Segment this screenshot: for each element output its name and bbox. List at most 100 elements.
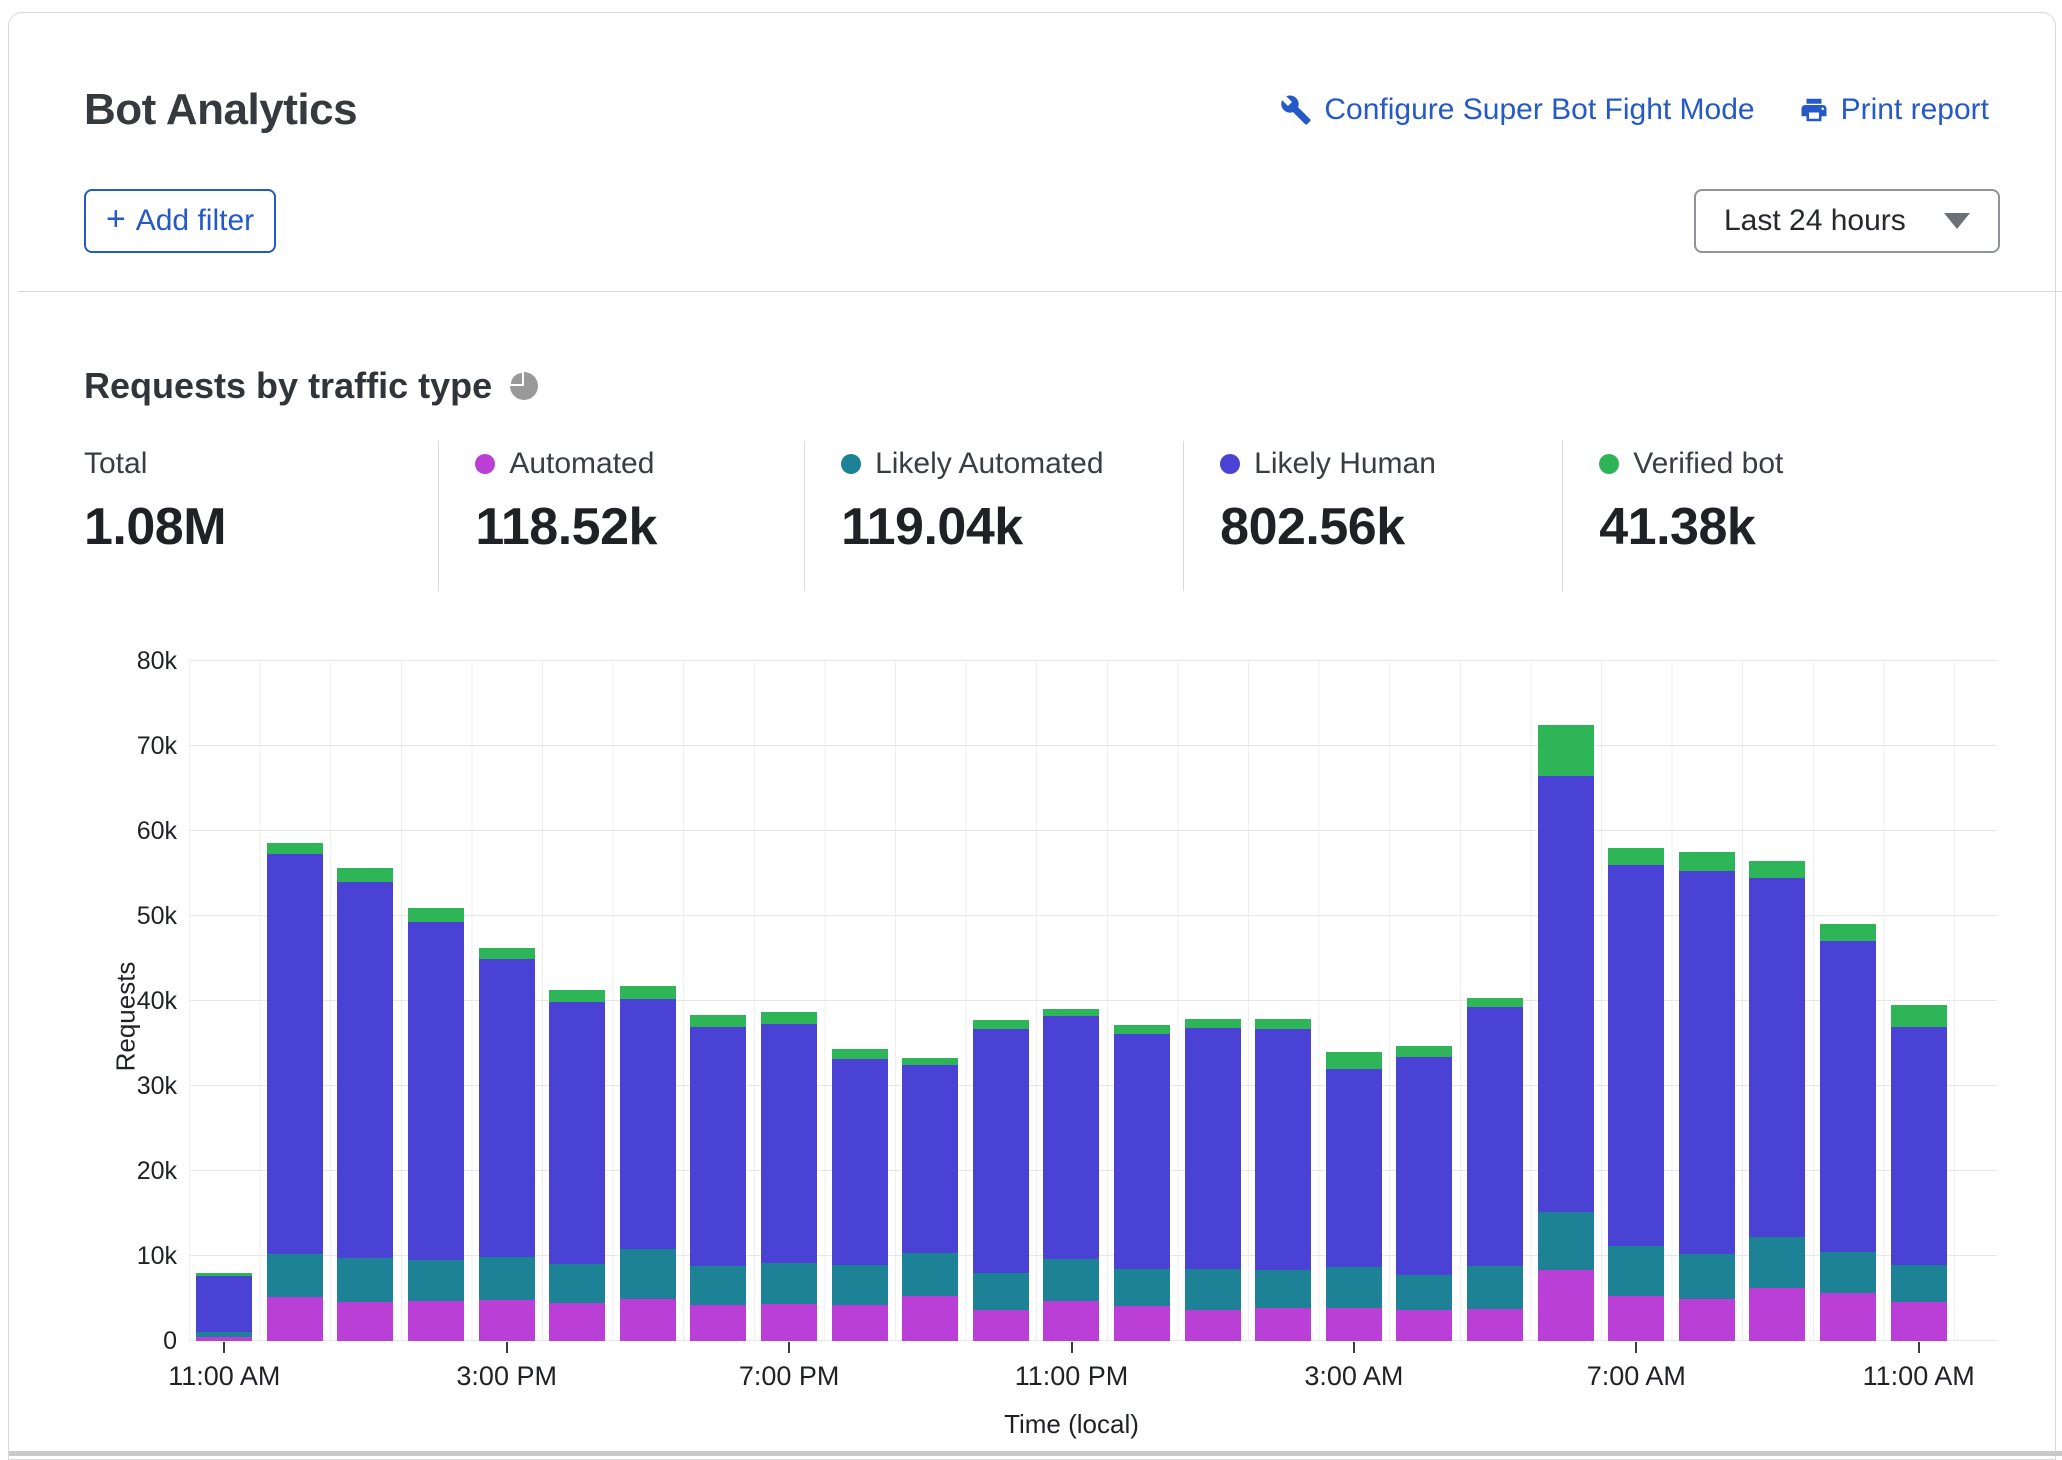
segment-verified-bot xyxy=(1820,924,1876,941)
segment-likely-automated xyxy=(1467,1266,1523,1309)
add-filter-button[interactable]: + Add filter xyxy=(84,189,276,253)
segment-verified-bot xyxy=(973,1020,1029,1029)
y-tick-label: 60k xyxy=(9,817,177,846)
stat-label: Verified bot xyxy=(1633,447,1783,481)
segment-likely-automated xyxy=(1043,1259,1099,1301)
stacked-bar[interactable] xyxy=(973,1020,1029,1341)
y-axis-title: Requests xyxy=(110,962,141,1072)
segment-likely-automated xyxy=(973,1273,1029,1310)
stacked-bar[interactable] xyxy=(408,908,464,1341)
stacked-bar[interactable] xyxy=(1185,1019,1241,1341)
segment-likely-human xyxy=(408,922,464,1260)
segment-verified-bot xyxy=(1185,1019,1241,1028)
stat-label: Automated xyxy=(509,447,654,481)
stacked-bar[interactable] xyxy=(1891,1005,1947,1341)
y-axis-labels: 010k20k30k40k50k60k70k80k xyxy=(9,661,177,1341)
segment-likely-automated xyxy=(902,1253,958,1296)
segment-likely-human xyxy=(1608,865,1664,1246)
stacked-bar[interactable] xyxy=(832,1049,888,1341)
segment-likely-automated xyxy=(267,1254,323,1297)
segment-likely-human xyxy=(620,999,676,1249)
segment-likely-human xyxy=(1396,1057,1452,1275)
section-title: Requests by traffic type xyxy=(84,365,492,407)
segment-automated xyxy=(479,1300,535,1341)
bar-slot xyxy=(189,661,260,1341)
segment-likely-automated xyxy=(1820,1252,1876,1294)
stacked-bar[interactable] xyxy=(761,1012,817,1341)
stacked-bar[interactable] xyxy=(1043,1009,1099,1341)
stacked-bar[interactable] xyxy=(1608,848,1664,1341)
segment-automated xyxy=(1538,1270,1594,1341)
x-tick-label: 11:00 AM xyxy=(1863,1361,1975,1392)
segment-likely-automated xyxy=(1538,1212,1594,1271)
segment-verified-bot xyxy=(1679,852,1735,871)
stacked-bar[interactable] xyxy=(1255,1019,1311,1341)
segment-likely-automated xyxy=(1608,1246,1664,1296)
stacked-bar[interactable] xyxy=(902,1058,958,1341)
bar-slot xyxy=(471,661,542,1341)
segment-verified-bot xyxy=(690,1015,746,1028)
segment-automated xyxy=(973,1310,1029,1341)
stacked-bar[interactable] xyxy=(549,990,605,1341)
stat-label: Likely Automated xyxy=(875,447,1103,481)
chevron-down-icon xyxy=(1944,213,1970,229)
stacked-bar[interactable] xyxy=(267,843,323,1341)
stacked-bar[interactable] xyxy=(479,948,535,1341)
segment-likely-automated xyxy=(1255,1270,1311,1308)
segment-automated xyxy=(1820,1293,1876,1341)
stacked-bar[interactable] xyxy=(1820,924,1876,1341)
segment-automated xyxy=(267,1297,323,1341)
bar-slot xyxy=(1813,661,1884,1341)
bar-slot xyxy=(824,661,895,1341)
print-report-link[interactable]: Print report xyxy=(1799,93,1989,127)
bar-slot xyxy=(966,661,1037,1341)
bar-slot xyxy=(683,661,754,1341)
segment-verified-bot xyxy=(1396,1046,1452,1057)
segment-likely-human xyxy=(1255,1029,1311,1270)
segment-automated xyxy=(1679,1299,1735,1341)
stacked-bar[interactable] xyxy=(1396,1046,1452,1341)
stacked-bar[interactable] xyxy=(1749,861,1805,1341)
stat-value: 119.04k xyxy=(841,497,1183,557)
segment-likely-automated xyxy=(1396,1275,1452,1311)
stacked-bar[interactable] xyxy=(690,1015,746,1341)
stacked-bar[interactable] xyxy=(1679,852,1735,1341)
x-tick-label: 7:00 PM xyxy=(739,1361,840,1392)
segment-likely-human xyxy=(1114,1034,1170,1269)
segment-verified-bot xyxy=(1467,998,1523,1007)
x-tick-mark xyxy=(1353,1342,1355,1353)
stat-value: 802.56k xyxy=(1220,497,1562,557)
stacked-bar[interactable] xyxy=(1467,998,1523,1341)
segment-likely-automated xyxy=(408,1260,464,1301)
segment-likely-human xyxy=(761,1024,817,1263)
segment-automated xyxy=(549,1303,605,1341)
x-tick-label: 3:00 PM xyxy=(456,1361,557,1392)
stacked-bar[interactable] xyxy=(1326,1052,1382,1341)
bar-slot xyxy=(1460,661,1531,1341)
bar-slot xyxy=(260,661,331,1341)
stacked-bar[interactable] xyxy=(337,868,393,1341)
segment-verified-bot xyxy=(832,1049,888,1059)
x-axis-title: Time (local) xyxy=(189,1409,1954,1440)
stat-value: 118.52k xyxy=(475,497,804,557)
configure-super-bot-fight-mode-link[interactable]: Configure Super Bot Fight Mode xyxy=(1280,93,1754,127)
y-tick-label: 40k xyxy=(9,987,177,1016)
time-range-value: Last 24 hours xyxy=(1724,204,1906,238)
x-tick-label: 11:00 AM xyxy=(168,1361,280,1392)
bar-slot xyxy=(895,661,966,1341)
segment-automated xyxy=(690,1305,746,1341)
segment-automated xyxy=(832,1305,888,1342)
segment-verified-bot xyxy=(902,1058,958,1065)
stacked-bar[interactable] xyxy=(196,1273,252,1341)
x-tick-label: 11:00 PM xyxy=(1015,1361,1129,1392)
y-tick-label: 50k xyxy=(9,902,177,931)
segment-likely-human xyxy=(1467,1007,1523,1266)
stacked-bar[interactable] xyxy=(1114,1025,1170,1341)
stacked-bar[interactable] xyxy=(620,986,676,1341)
time-range-select[interactable]: Last 24 hours xyxy=(1694,189,2000,253)
stacked-bar[interactable] xyxy=(1538,725,1594,1341)
stat-value: 41.38k xyxy=(1599,497,1989,557)
segment-verified-bot xyxy=(549,990,605,1002)
x-tick-mark xyxy=(1918,1342,1920,1353)
segment-likely-human xyxy=(1043,1016,1099,1259)
